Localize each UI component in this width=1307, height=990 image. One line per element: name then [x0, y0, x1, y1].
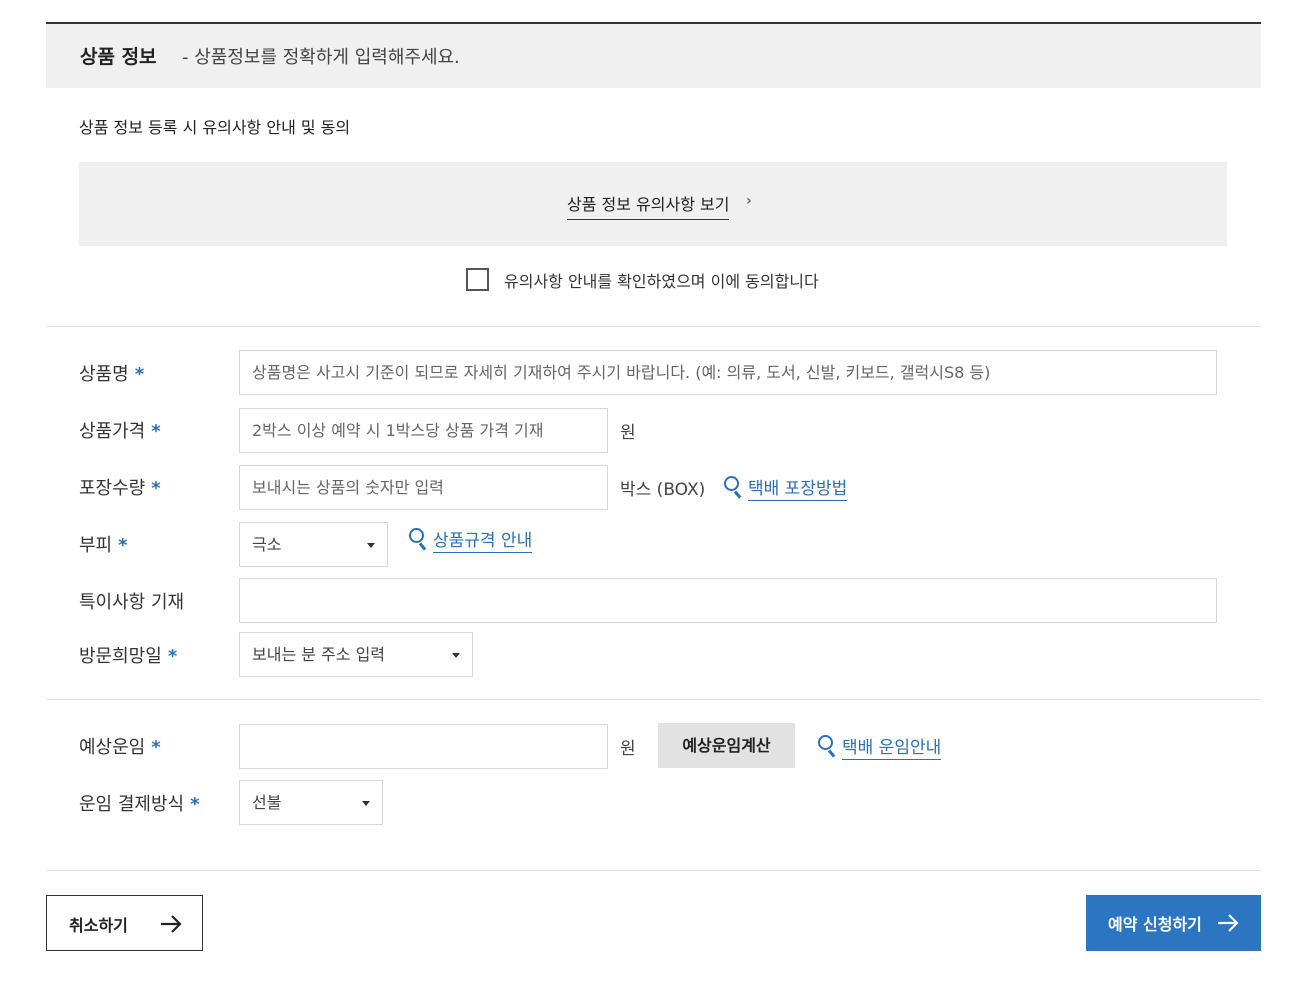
package-qty-label: 포장수량 * [79, 478, 161, 499]
submit-reservation-button[interactable]: 예약 신청하기 [1086, 895, 1261, 951]
required-mark: * [151, 478, 161, 499]
product-name-input[interactable] [239, 350, 1217, 395]
payment-method-label: 운임 결제방식 * [79, 794, 200, 815]
estimated-fare-input[interactable] [239, 724, 608, 769]
cancel-button-label: 취소하기 [69, 916, 128, 935]
qty-unit: 박스 (BOX) [620, 480, 706, 500]
arrow-right-icon [161, 915, 182, 933]
price-unit: 원 [620, 423, 636, 443]
fare-guide-link[interactable]: 택배 운임안내 [818, 733, 942, 760]
section-header: 상품 정보 - 상품정보를 정확하게 입력해주세요. [46, 22, 1261, 88]
required-mark: * [118, 535, 128, 556]
volume-label: 부피 * [79, 535, 128, 556]
fare-unit: 원 [620, 739, 636, 759]
magnifier-icon [409, 528, 429, 551]
notes-label: 특이사항 기재 [79, 592, 185, 613]
divider [46, 326, 1261, 327]
notice-heading: 상품 정보 등록 시 유의사항 안내 및 동의 [79, 118, 351, 137]
magnifier-icon [724, 476, 744, 499]
agree-label: 유의사항 안내를 확인하였으며 이에 동의합니다 [504, 272, 819, 291]
submit-button-label: 예약 신청하기 [1108, 915, 1202, 934]
required-mark: * [190, 794, 200, 815]
magnifier-icon [818, 735, 838, 758]
view-notice-link[interactable]: 상품 정보 유의사항 보기 [567, 191, 730, 220]
packing-guide-link[interactable]: 택배 포장방법 [724, 474, 848, 501]
required-mark: * [151, 421, 161, 442]
volume-select[interactable]: 극소 [239, 522, 388, 567]
notes-input[interactable] [239, 578, 1217, 623]
package-qty-input[interactable] [239, 465, 608, 510]
payment-method-select[interactable]: 선불 [239, 780, 383, 825]
required-mark: * [134, 364, 145, 385]
caret-down-icon [452, 653, 460, 658]
cancel-button[interactable]: 취소하기 [46, 895, 203, 951]
section-title: 상품 정보 [80, 46, 157, 68]
caret-down-icon [367, 543, 375, 548]
notice-box: 상품 정보 유의사항 보기 › [79, 162, 1227, 246]
caret-down-icon [362, 801, 370, 806]
calc-fare-button[interactable]: 예상운임계산 [658, 723, 795, 768]
product-price-input[interactable] [239, 408, 608, 453]
required-mark: * [167, 646, 178, 667]
required-mark: * [151, 737, 161, 758]
section-subtitle: - 상품정보를 정확하게 입력해주세요. [182, 47, 460, 68]
chevron-right-icon: › [746, 193, 752, 209]
arrow-right-icon [1218, 914, 1239, 932]
divider [46, 699, 1261, 700]
agree-checkbox[interactable] [466, 268, 489, 291]
visit-date-select[interactable]: 보내는 분 주소 입력 [239, 632, 473, 677]
estimated-fare-label: 예상운임 * [79, 737, 161, 758]
visit-date-label: 방문희망일 * [79, 646, 178, 667]
spec-guide-link[interactable]: 상품규격 안내 [409, 526, 533, 553]
product-price-label: 상품가격 * [79, 421, 161, 442]
divider [46, 870, 1261, 871]
product-name-label: 상품명 * [79, 364, 145, 385]
